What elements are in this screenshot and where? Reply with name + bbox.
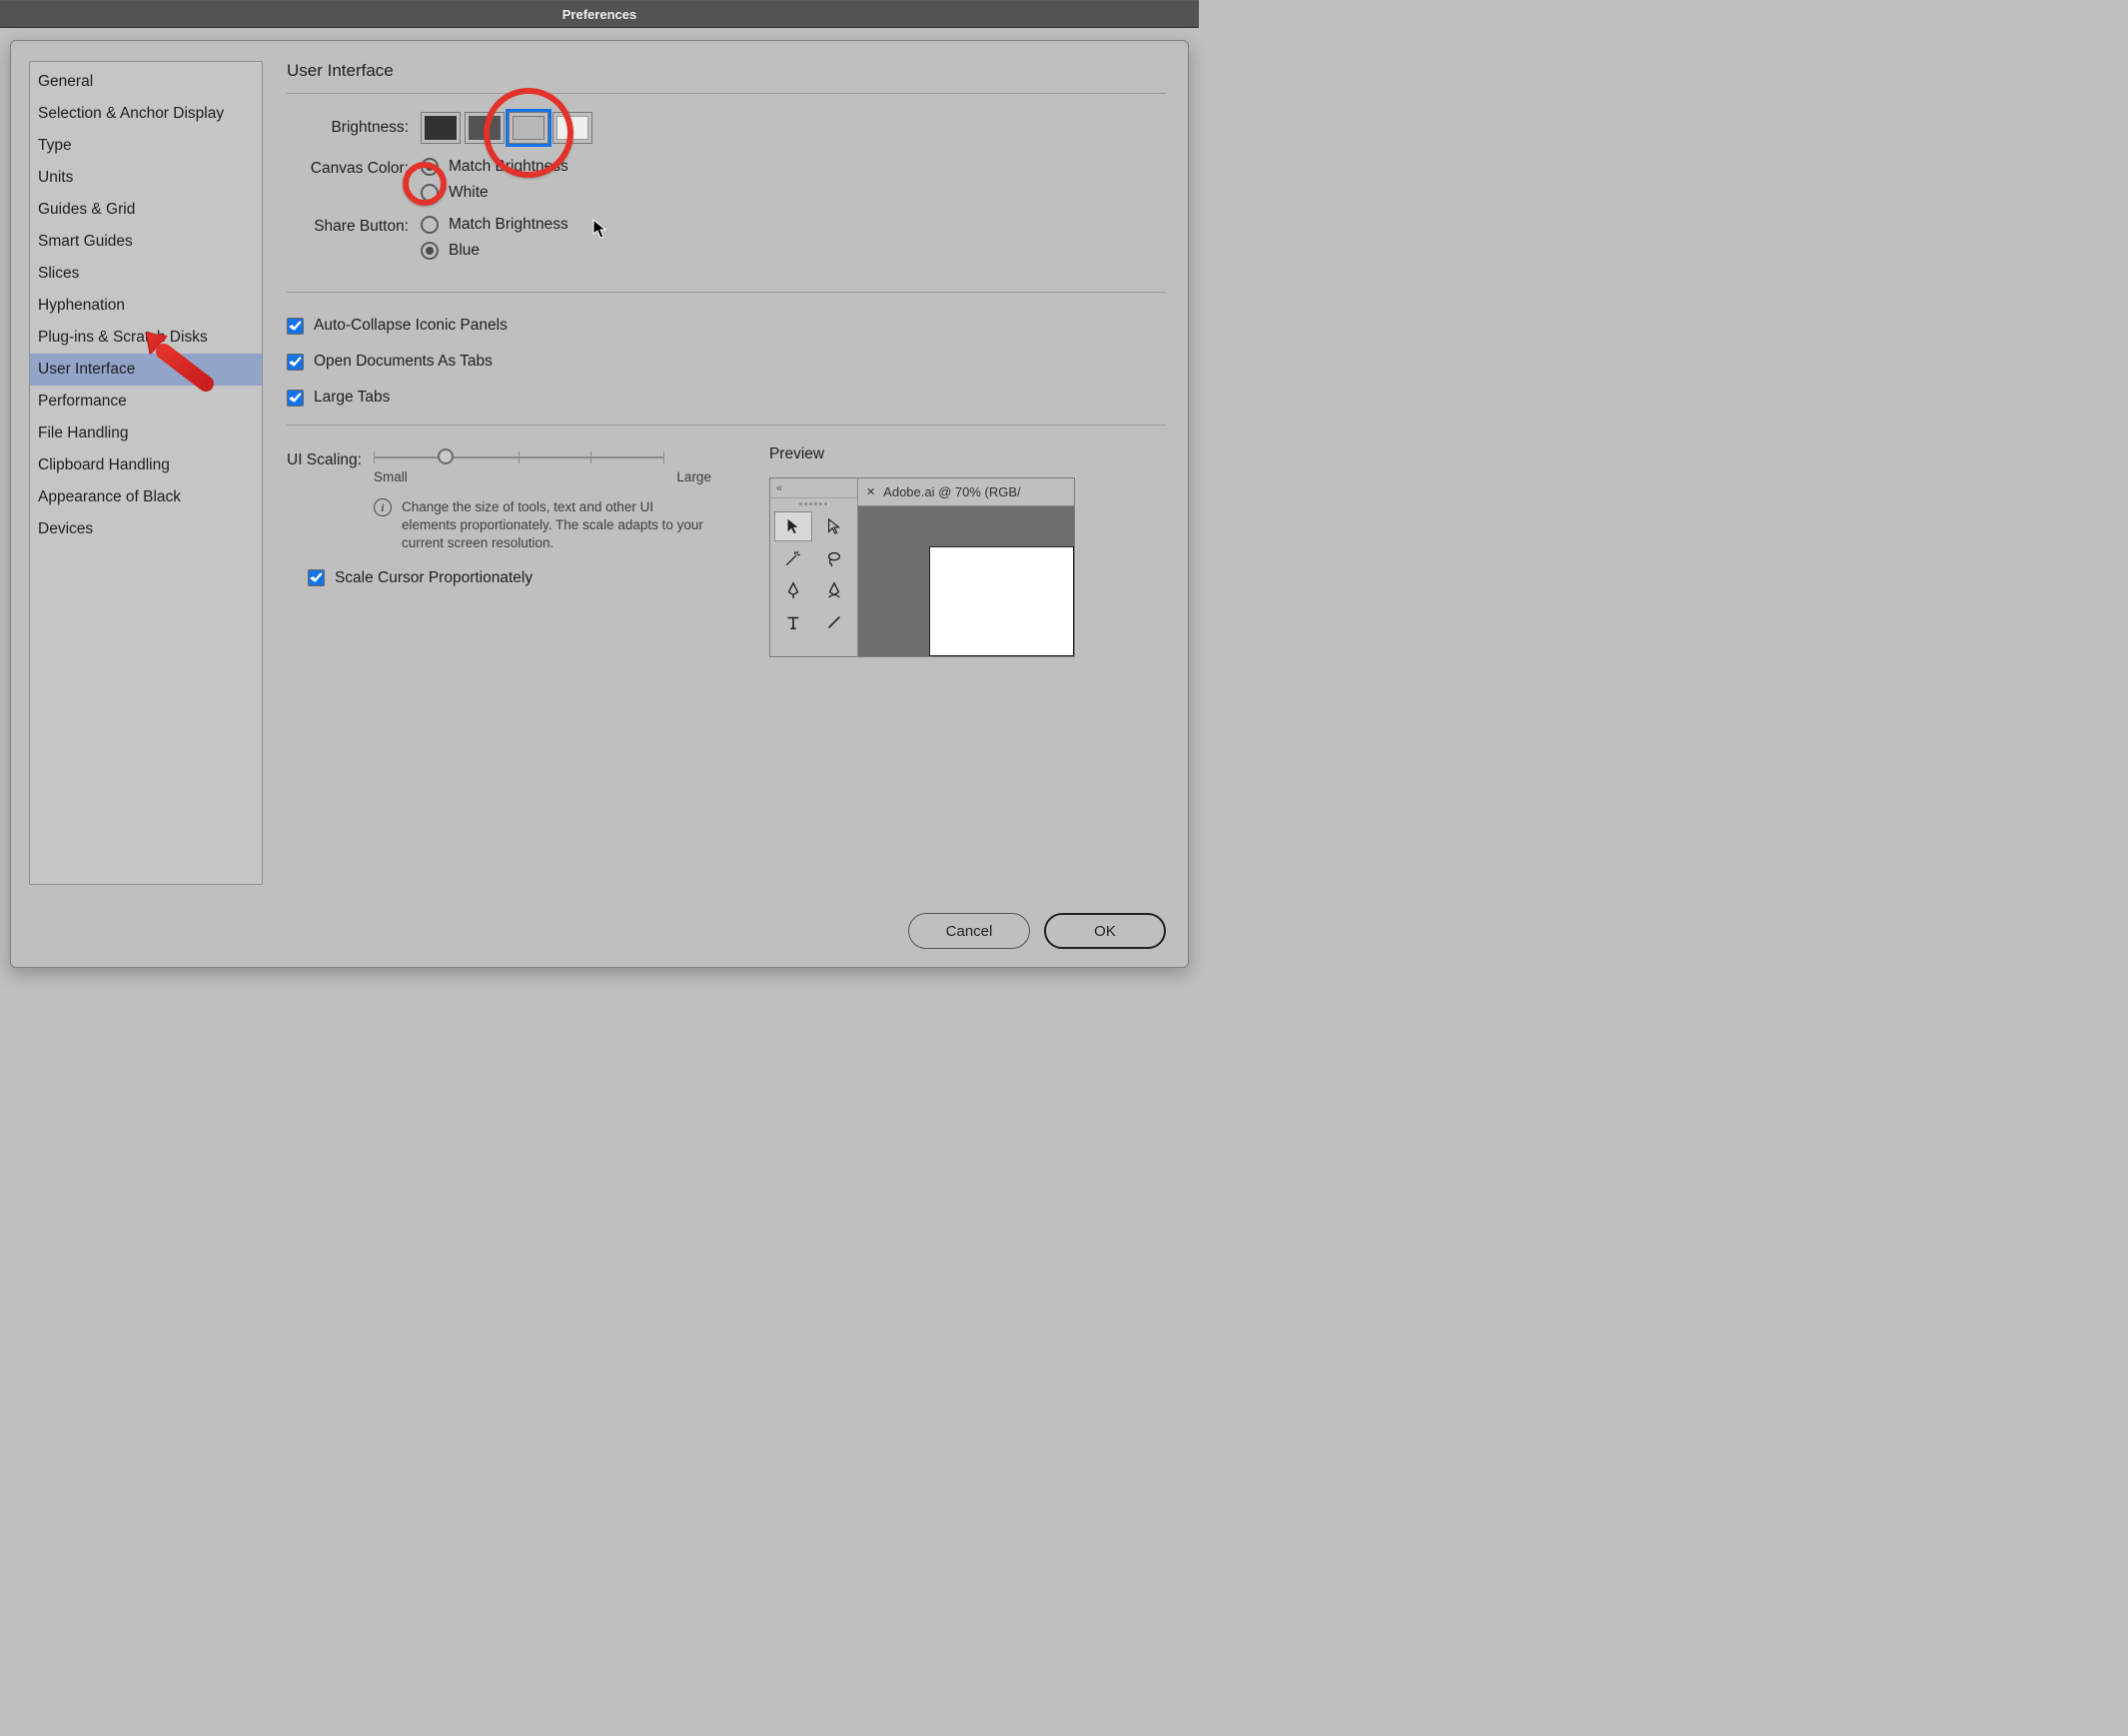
slider-max-label: Large [676,469,711,484]
sidebar-item-file-handling[interactable]: File Handling [30,418,262,449]
lasso-tool-icon [814,543,853,573]
sidebar-item-smart-guides[interactable]: Smart Guides [30,226,262,258]
radio-icon [421,216,439,234]
slider-knob[interactable] [438,448,454,464]
checkbox-icon [287,354,304,371]
radio-icon [421,158,439,176]
brightness-swatch-medium-dark[interactable] [465,112,505,144]
brightness-swatch-light[interactable] [552,112,592,144]
check-label: Auto-Collapse Iconic Panels [314,317,508,335]
section-title: User Interface [287,61,1166,81]
brightness-label: Brightness: [287,119,409,137]
checkbox-icon [287,318,304,335]
doc-tab-label: Adobe.ai @ 70% (RGB/ [883,484,1020,499]
check-label: Open Documents As Tabs [314,353,493,371]
share-button-blue[interactable]: Blue [421,242,568,260]
sidebar-item-type[interactable]: Type [30,130,262,162]
canvas-color-white[interactable]: White [421,184,568,202]
sidebar-item-performance[interactable]: Performance [30,386,262,418]
divider [287,93,1166,94]
sidebar-item-devices[interactable]: Devices [30,513,262,545]
sidebar-item-user-interface[interactable]: User Interface [30,354,262,386]
button-label: Cancel [946,923,993,940]
preview-doc-area: ✕ Adobe.ai @ 70% (RGB/ [858,478,1074,656]
selection-tool-icon [774,511,813,541]
canvas-color-match-brightness[interactable]: Match Brightness [421,158,568,176]
sidebar-item-clipboard-handling[interactable]: Clipboard Handling [30,449,262,481]
main-panel: User Interface Brightness: Canvas Color:… [287,61,1166,885]
radio-icon [421,184,439,202]
cancel-button[interactable]: Cancel [908,913,1030,949]
preview-tool-strip: « [770,478,858,656]
check-label: Scale Cursor Proportionately [335,569,532,587]
sidebar-item-selection-anchor[interactable]: Selection & Anchor Display [30,98,262,130]
preferences-dialog: General Selection & Anchor Display Type … [10,40,1189,968]
check-auto-collapse[interactable]: Auto-Collapse Iconic Panels [287,317,1166,335]
titlebar: Preferences [0,0,1199,28]
share-button-label: Share Button: [287,218,409,236]
line-tool-icon [814,607,853,637]
divider [287,292,1166,293]
close-icon: ✕ [866,485,875,498]
collapse-icon: « [776,482,782,494]
sidebar-item-guides-grid[interactable]: Guides & Grid [30,194,262,226]
window-title: Preferences [562,7,636,22]
check-open-as-tabs[interactable]: Open Documents As Tabs [287,353,1166,371]
radio-label: Blue [449,242,480,260]
curvature-tool-icon [814,575,853,605]
radio-label: Match Brightness [449,158,568,176]
checkbox-icon [287,390,304,407]
radio-label: White [449,184,489,202]
brightness-swatch-dark[interactable] [421,112,461,144]
sidebar-item-slices[interactable]: Slices [30,258,262,290]
ok-button[interactable]: OK [1044,913,1166,949]
ui-scaling-info: Change the size of tools, text and other… [402,498,711,553]
magic-wand-tool-icon [774,543,813,573]
check-label: Large Tabs [314,389,390,407]
direct-selection-tool-icon [814,511,853,541]
brightness-swatches [421,112,592,144]
sidebar-item-hyphenation[interactable]: Hyphenation [30,290,262,322]
canvas-color-label: Canvas Color: [287,160,409,178]
sidebar-item-appearance-black[interactable]: Appearance of Black [30,481,262,513]
sidebar-item-plugins-scratch[interactable]: Plug-ins & Scratch Disks [30,322,262,354]
slider-min-label: Small [374,469,408,484]
check-scale-cursor[interactable]: Scale Cursor Proportionately [308,569,711,587]
dialog-footer: Cancel OK [908,913,1166,949]
sidebar-item-general[interactable]: General [30,66,262,98]
button-label: OK [1094,923,1116,940]
radio-label: Match Brightness [449,216,568,234]
preview-artboard [929,546,1074,656]
preview-box: « [769,477,1075,657]
preview-label: Preview [769,445,1075,463]
brightness-swatch-medium-light[interactable] [509,112,548,144]
info-icon: i [374,498,392,516]
radio-icon [421,242,439,260]
divider [287,425,1166,426]
ui-scaling-slider[interactable] [374,449,663,465]
pen-tool-icon [774,575,813,605]
checkbox-icon [308,569,325,586]
ui-scaling-label: UI Scaling: [287,451,362,469]
type-tool-icon [774,607,813,637]
sidebar: General Selection & Anchor Display Type … [29,61,263,885]
check-large-tabs[interactable]: Large Tabs [287,389,1166,407]
share-button-match-brightness[interactable]: Match Brightness [421,216,568,234]
sidebar-item-units[interactable]: Units [30,162,262,194]
